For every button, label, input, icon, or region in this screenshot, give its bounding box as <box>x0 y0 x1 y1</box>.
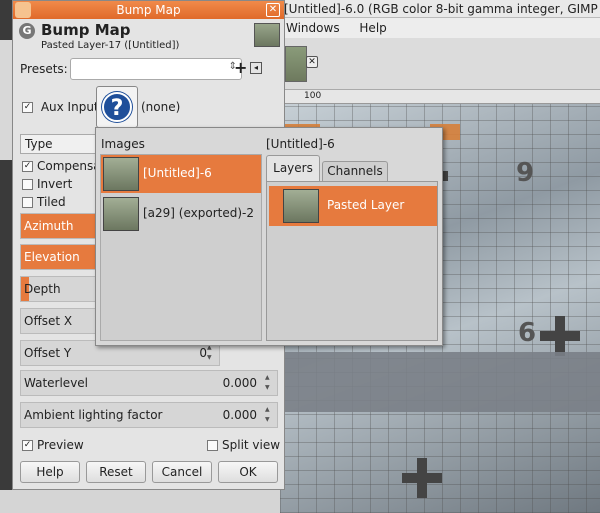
presets-combo[interactable]: ⇕ <box>70 58 242 80</box>
image-menubar: Windows Help <box>280 18 600 38</box>
preset-menu-icon[interactable]: ◂ <box>250 62 262 74</box>
image-list-item[interactable]: [Untitled]-6 <box>101 155 261 193</box>
reset-button[interactable]: Reset <box>86 461 146 483</box>
add-preset-icon[interactable]: + <box>234 58 247 77</box>
dialog-titlebar[interactable]: Bump Map ✕ <box>13 1 284 19</box>
close-icon[interactable]: ✕ <box>306 56 318 68</box>
tiled-label: Tiled <box>37 195 66 209</box>
split-view-label: Split view <box>222 438 281 452</box>
ambient-slider[interactable]: Ambient lighting factor 0.000 ▲ ▼ <box>20 402 278 428</box>
compensate-checkbox[interactable]: ✓ <box>22 161 33 172</box>
aux-input-label: Aux Input <box>40 100 99 114</box>
aux-input-popup: Images [Untitled]-6 [Untitled]-6 [a29] (… <box>95 127 443 346</box>
image-tab-thumbnail[interactable] <box>285 46 307 82</box>
canvas-number-marking: 6 <box>518 318 537 348</box>
close-icon[interactable]: ✕ <box>266 3 280 17</box>
image-tab-strip: ✕ <box>280 38 600 90</box>
help-button[interactable]: Help <box>20 461 80 483</box>
layer-label: Pasted Layer <box>327 198 405 212</box>
tiled-checkbox[interactable] <box>22 197 33 208</box>
invert-checkbox-row[interactable]: Invert <box>22 177 72 191</box>
layer-list: Pasted Layer <box>266 181 438 341</box>
split-view-checkbox[interactable] <box>207 440 218 451</box>
invert-checkbox[interactable] <box>22 179 33 190</box>
depth-label: Depth <box>24 282 61 296</box>
waterlevel-value: 0.000 <box>222 376 257 390</box>
elevation-label: Elevation <box>24 250 80 264</box>
ambient-label: Ambient lighting factor <box>24 408 163 422</box>
image-thumbnail <box>103 197 139 231</box>
cancel-button[interactable]: Cancel <box>152 461 212 483</box>
aux-input-value: (none) <box>141 100 181 114</box>
offset-x-label: Offset X <box>24 314 73 328</box>
tab-channels[interactable]: Channels <box>322 161 388 181</box>
layer-thumbnail <box>254 23 280 47</box>
azimuth-label: Azimuth <box>24 219 74 233</box>
tab-layers[interactable]: Layers <box>266 155 320 181</box>
preview-checkbox[interactable]: ✓ <box>22 440 33 451</box>
canvas-number-marking: 9 <box>516 158 535 188</box>
type-combo[interactable]: Type <box>20 134 96 154</box>
ruler-label: 100 <box>304 91 322 101</box>
aux-input-button[interactable]: ? <box>96 86 138 128</box>
dialog-header: G Bump Map Pasted Layer-17 ([Untitled]) <box>13 19 284 55</box>
image-thumbnail <box>103 157 139 191</box>
aux-input-checkbox[interactable]: ✓ <box>22 102 33 113</box>
presets-label: Presets: <box>20 62 68 76</box>
invert-label: Invert <box>37 177 73 191</box>
spinner-arrows-icon[interactable]: ▲ ▼ <box>265 405 275 425</box>
layer-thumbnail <box>283 189 319 223</box>
image-list: [Untitled]-6 [a29] (exported)-2 <box>100 154 262 341</box>
dialog-subtitle: Pasted Layer-17 ([Untitled]) <box>41 40 180 51</box>
image-list-item[interactable]: [a29] (exported)-2 <box>101 195 261 233</box>
aux-input-row[interactable]: ✓ Aux Input <box>22 100 99 114</box>
gimp-app-icon <box>15 2 31 18</box>
menu-windows[interactable]: Windows <box>286 21 340 35</box>
question-icon: ? <box>102 92 132 122</box>
waterlevel-slider[interactable]: Waterlevel 0.000 ▲ ▼ <box>20 370 278 396</box>
selected-image-name: [Untitled]-6 <box>266 137 335 151</box>
image-window-title: [Untitled]-6.0 (RGB color 8-bit gamma in… <box>280 0 600 18</box>
horizontal-ruler: 100 <box>280 90 600 104</box>
ambient-value: 0.000 <box>222 408 257 422</box>
images-header: Images <box>101 137 145 151</box>
image-label: [a29] (exported)-2 <box>143 206 254 220</box>
offset-y-label: Offset Y <box>24 346 72 360</box>
preview-checkbox-row[interactable]: ✓ Preview <box>22 438 84 452</box>
dialog-title: Bump Map <box>116 3 181 17</box>
layer-list-item[interactable]: Pasted Layer <box>269 186 437 226</box>
dock-panel <box>0 490 280 513</box>
canvas-cross-marking <box>402 458 442 498</box>
image-label: [Untitled]-6 <box>143 166 212 180</box>
canvas-dark-band <box>280 352 600 412</box>
waterlevel-label: Waterlevel <box>24 376 89 390</box>
preview-label: Preview <box>37 438 84 452</box>
spinner-arrows-icon[interactable]: ▲ ▼ <box>207 343 217 363</box>
spinner-arrows-icon[interactable]: ▲ ▼ <box>265 373 275 393</box>
gimp-logo-icon: G <box>19 23 35 39</box>
dialog-heading: Bump Map <box>41 21 131 39</box>
menu-help[interactable]: Help <box>359 21 386 35</box>
canvas-cross-marking <box>540 316 580 356</box>
split-view-row[interactable]: Split view <box>207 438 280 452</box>
ok-button[interactable]: OK <box>218 461 278 483</box>
tiled-checkbox-row[interactable]: Tiled <box>22 195 66 209</box>
